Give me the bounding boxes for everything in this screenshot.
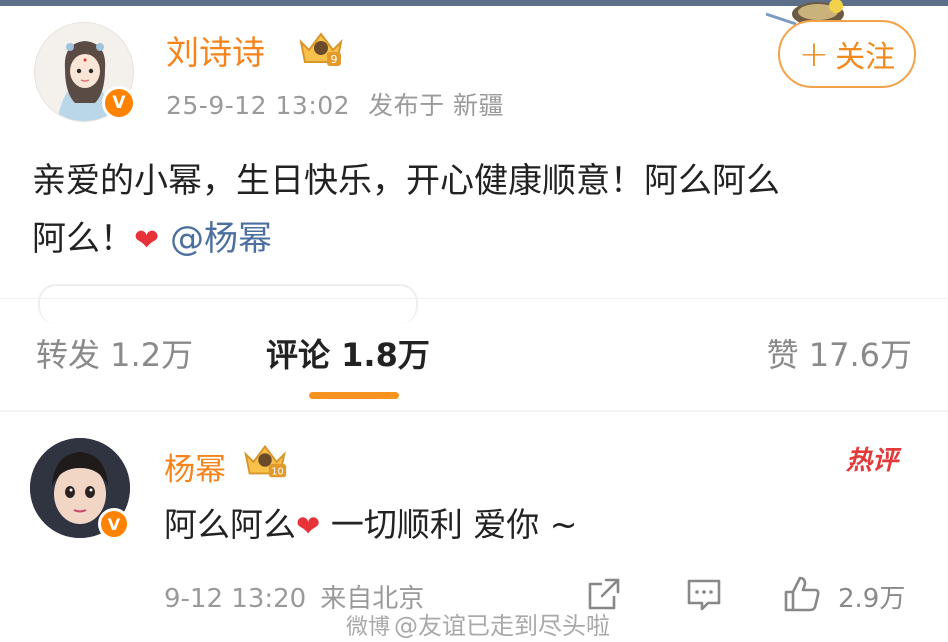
tab-like[interactable]: 赞 17.6万 — [767, 330, 912, 376]
comment-icon[interactable] — [684, 574, 724, 614]
commenter-name[interactable]: 杨幂 — [164, 444, 226, 489]
watermark-text: @友谊已走到尽头啦 — [394, 612, 611, 640]
crown-level: 10 — [271, 466, 283, 477]
follow-label: 关注 — [835, 40, 896, 75]
tab-repost[interactable]: 转发 1.2万 — [36, 330, 193, 376]
plus-icon: + — [798, 33, 830, 75]
post-body: 亲爱的小幂，生日快乐，开心健康顺意！阿么阿么 阿么！❤ @杨幂 — [32, 152, 912, 270]
follow-button[interactable]: + 关注 — [778, 20, 916, 88]
heart-icon: ❤ — [134, 223, 160, 258]
comment-text-prefix: 阿么阿么 — [164, 505, 296, 544]
tab-comment[interactable]: 评论 1.8万 — [266, 330, 430, 376]
post-location: 发布于 新疆 — [368, 91, 505, 120]
mention-link[interactable]: @杨幂 — [170, 219, 272, 259]
author-name[interactable]: 刘诗诗 — [166, 26, 265, 74]
watermark: 微博 @友谊已走到尽头啦 — [346, 606, 610, 641]
comment-body: 阿么阿么❤ 一切顺利 爱你 ~ — [164, 498, 577, 546]
post-meta: 25-9-12 13:02 发布于 新疆 — [166, 86, 504, 122]
post-date: 25-9-12 13:02 — [166, 91, 351, 120]
comment-text-suffix: 一切顺利 爱你 ~ — [330, 505, 578, 544]
post-text-line1: 亲爱的小幂，生日快乐，开心健康顺意！阿么阿么 — [32, 161, 780, 201]
active-tab-indicator — [309, 392, 399, 399]
heart-icon: ❤ — [296, 509, 321, 543]
vip-crown-icon: 10 — [244, 444, 287, 477]
commenter-avatar[interactable]: V — [30, 438, 134, 542]
divider — [0, 410, 948, 412]
divider — [0, 298, 948, 299]
crown-level: 9 — [331, 53, 338, 66]
verified-badge-icon: V — [98, 508, 130, 540]
hot-comment-badge: 热评 — [846, 446, 899, 476]
card-outline — [38, 284, 418, 324]
vip-crown-icon: 9 — [299, 32, 343, 66]
like-icon[interactable] — [782, 574, 822, 614]
weibo-logo-icon: 微博 — [346, 615, 391, 640]
author-avatar[interactable]: V — [34, 22, 138, 126]
post-text-line2: 阿么！❤ @杨幂 — [32, 210, 912, 270]
comment-like-count: 2.9万 — [838, 584, 906, 614]
post-text-prefix: 阿么！ — [32, 219, 134, 259]
comment-time: 9-12 13:20 — [164, 584, 307, 614]
verified-badge-icon: V — [102, 86, 136, 120]
